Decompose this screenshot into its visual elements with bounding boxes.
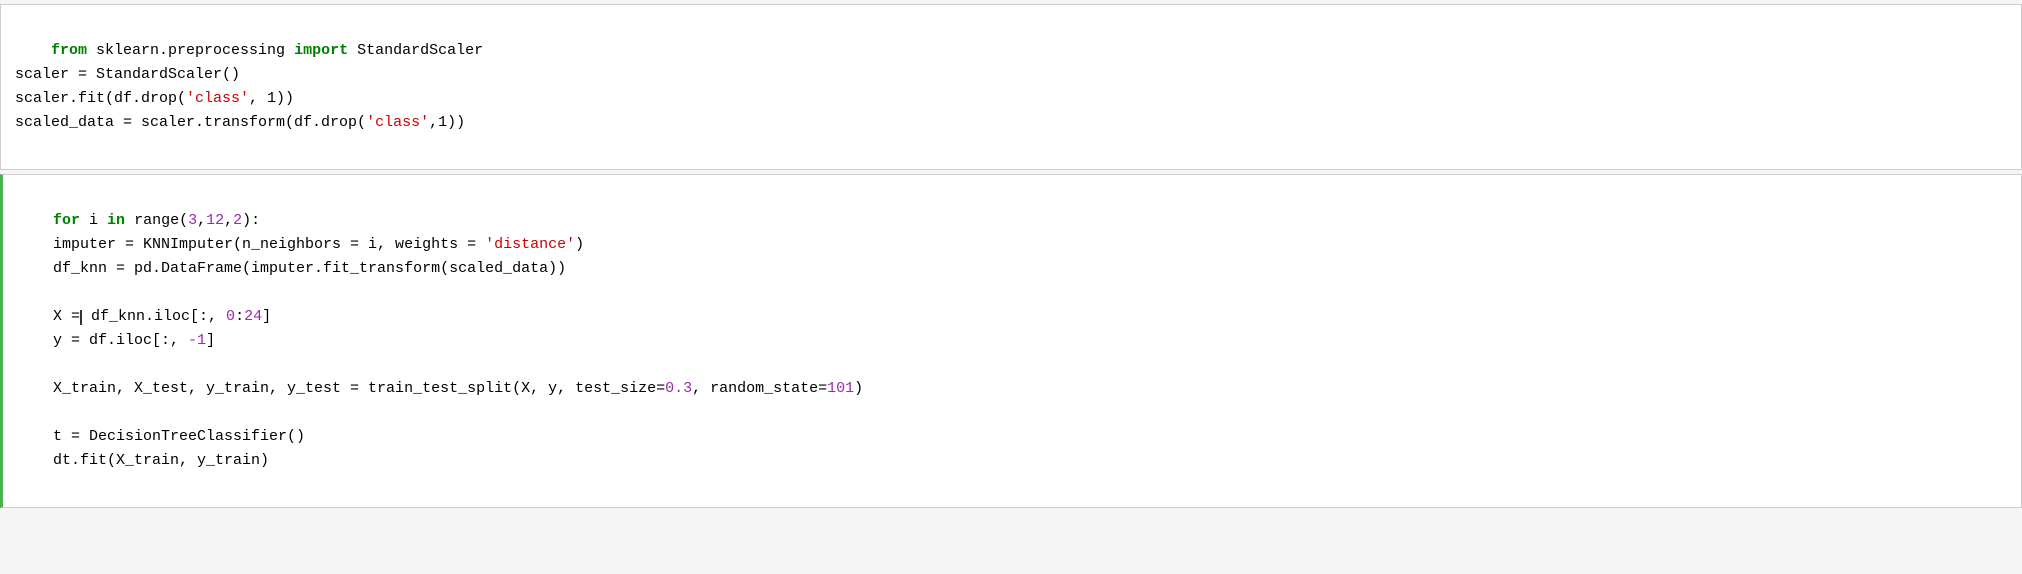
- line3: scaler.fit(df.drop('class', 1)): [15, 90, 294, 107]
- line-blank2: [17, 356, 26, 373]
- code-cell-1[interactable]: from sklearn.preprocessing import Standa…: [0, 4, 2022, 170]
- code-cell-2[interactable]: for i in range(3,12,2): imputer = KNNImp…: [0, 174, 2022, 508]
- kw-import: import: [294, 42, 348, 59]
- line4: scaled_data = scaler.transform(df.drop('…: [15, 114, 465, 131]
- line5-y: y = df.iloc[:, -1]: [17, 332, 215, 349]
- line-blank3: [17, 404, 26, 421]
- line-blank1: [17, 284, 26, 301]
- line3-dfknn: df_knn = pd.DataFrame(imputer.fit_transf…: [17, 260, 566, 277]
- line4-x: X = df_knn.iloc[:, 0:24]: [17, 308, 271, 325]
- line7-dtc: t = DecisionTreeClassifier(): [17, 428, 305, 445]
- line2-imputer: imputer = KNNImputer(n_neighbors = i, we…: [17, 236, 584, 253]
- line1: from sklearn.preprocessing import Standa…: [51, 42, 483, 59]
- line6-split: X_train, X_test, y_train, y_test = train…: [17, 380, 863, 397]
- notebook-container: from sklearn.preprocessing import Standa…: [0, 4, 2022, 508]
- line1-for: for i in range(3,12,2):: [53, 212, 260, 229]
- kw-from: from: [51, 42, 87, 59]
- class-name: StandardScaler: [348, 42, 483, 59]
- line2: scaler = StandardScaler(): [15, 66, 240, 83]
- module-name: sklearn.preprocessing: [87, 42, 294, 59]
- line8-fit: dt.fit(X_train, y_train): [17, 452, 269, 469]
